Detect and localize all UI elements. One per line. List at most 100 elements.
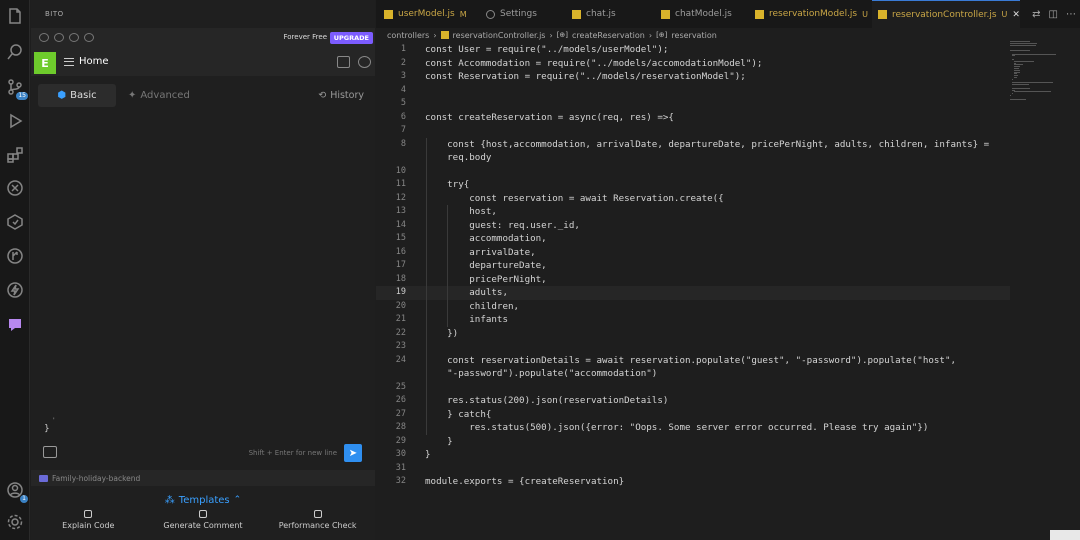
tab-usermodel[interactable]: userModel.js M [378, 0, 467, 28]
line-number: 8 [400, 138, 406, 149]
breadcrumb-item[interactable]: controllers [387, 31, 429, 40]
breadcrumb-item[interactable]: reservation [671, 31, 716, 40]
code-line[interactable]: 7 [376, 124, 1010, 138]
code-line[interactable]: req.body [376, 151, 1010, 165]
help-icon[interactable] [39, 33, 49, 42]
code-line[interactable]: 20 children, [376, 300, 1010, 314]
split-editor-icon[interactable]: ◫ [1049, 9, 1058, 20]
code-line[interactable]: 2 const Accommodation = require("../model… [376, 57, 1010, 71]
performance-check-button[interactable]: Performance Check [263, 510, 373, 538]
js-file-icon [878, 10, 887, 19]
code-line[interactable]: 14 guest: req.user._id, [376, 219, 1010, 233]
indent-guide [426, 137, 427, 435]
code-line[interactable]: "-password").populate("accommodation") [376, 367, 1010, 381]
tab-settings[interactable]: Settings [480, 0, 537, 28]
code-line[interactable]: 32 module.exports = {createReservation} [376, 475, 1010, 489]
code-text: } [425, 435, 453, 447]
search-icon[interactable] [5, 42, 25, 62]
tab-reservationcontroller[interactable]: reservationController.js U ✕ [872, 0, 1020, 28]
code-line[interactable]: 6 const createReservation = async(req, re… [376, 111, 1010, 125]
globe-icon[interactable] [84, 33, 94, 42]
code-line[interactable]: 15 accommodation, [376, 232, 1010, 246]
share-icon[interactable] [69, 33, 79, 42]
tab-advanced[interactable]: ✦ Advanced [128, 84, 190, 107]
account-icon[interactable]: 1 [5, 480, 28, 503]
generate-comment-button[interactable]: Generate Comment [148, 510, 258, 538]
settings-gear-icon[interactable] [358, 56, 371, 68]
code-line[interactable]: 29 } [376, 435, 1010, 449]
tab-chatmodel[interactable]: chatModel.js [655, 0, 732, 28]
chat-input-row[interactable]: Shift + Enter for new line ➤ [31, 442, 375, 468]
tab-basic[interactable]: ⬢ Basic [38, 84, 116, 107]
js-file-icon [661, 9, 670, 19]
vertical-scrollbar[interactable] [1070, 41, 1080, 531]
source-control-icon[interactable]: 15 [5, 77, 28, 100]
manage-gear-icon[interactable] [5, 512, 25, 532]
code-line[interactable]: 21 infants [376, 313, 1010, 327]
workspace-folder: Family-holiday-backend [31, 470, 375, 486]
code-text: pricePerNight, [425, 273, 547, 285]
close-icon[interactable]: ✕ [1012, 10, 1020, 20]
bito-icon[interactable] [5, 315, 25, 335]
breadcrumb-item[interactable]: reservationController.js [453, 31, 546, 40]
code-line[interactable]: 31 [376, 462, 1010, 476]
send-button[interactable]: ➤ [344, 444, 362, 462]
code-line[interactable]: 17 departureDate, [376, 259, 1010, 273]
variable-symbol-icon: [⊕] [656, 31, 668, 39]
line-number: 22 [395, 327, 406, 338]
code-line[interactable]: 18 pricePerNight, [376, 273, 1010, 287]
minimap-line [1013, 60, 1035, 62]
chat-area[interactable]: ' } [31, 112, 375, 434]
code-area[interactable]: 1 const User = require("../models/userMod… [376, 41, 1010, 511]
explorer-icon[interactable] [5, 6, 25, 26]
code-text: accommodation, [425, 233, 547, 244]
code-line[interactable]: 10 [376, 165, 1010, 179]
code-line[interactable]: 25 [376, 381, 1010, 395]
minimap-line [1010, 44, 1037, 46]
compare-icon[interactable]: ⇄ [1032, 9, 1040, 20]
code-line[interactable]: 28 res.status(500).json({error: "Oops. S… [376, 421, 1010, 435]
chat-icon[interactable] [54, 33, 64, 42]
code-line[interactable]: 23 [376, 340, 1010, 354]
remote-explorer-icon[interactable] [5, 178, 25, 198]
line-number: 29 [395, 435, 406, 446]
code-line[interactable]: 27 } catch{ [376, 408, 1010, 422]
code-line[interactable]: 24 const reservationDetails = await rese… [376, 354, 1010, 368]
thunder-client-icon[interactable] [5, 280, 25, 300]
code-text: const createReservation = async(req, res… [425, 111, 674, 123]
testing-icon[interactable] [5, 212, 25, 232]
more-icon[interactable]: ⋯ [1066, 9, 1076, 20]
upgrade-button[interactable]: UPGRADE [329, 32, 373, 44]
menu-icon[interactable] [64, 58, 74, 66]
tab-label: reservationModel.js [769, 9, 858, 19]
code-line[interactable]: 16 arrivalDate, [376, 246, 1010, 260]
code-line[interactable]: 3 const Reservation = require("../models/… [376, 70, 1010, 84]
avatar[interactable]: E [34, 52, 56, 74]
code-line[interactable]: 13 host, [376, 205, 1010, 219]
tab-history[interactable]: ⟲ History [318, 84, 364, 107]
tab-chat[interactable]: chat.js [566, 0, 616, 28]
code-line[interactable]: 5 [376, 97, 1010, 111]
code-line[interactable]: 22 }) [376, 327, 1010, 341]
explain-code-button[interactable]: Explain Code [33, 510, 143, 538]
extensions-icon[interactable] [5, 145, 25, 165]
code-line[interactable]: 4 [376, 84, 1010, 98]
code-line[interactable]: 26 res.status(200).json(reservationDetai… [376, 394, 1010, 408]
code-line[interactable]: 19 adults, [376, 286, 1010, 300]
code-line[interactable]: 1 const User = require("../models/userMod… [376, 43, 1010, 57]
new-chat-icon[interactable] [337, 56, 350, 68]
code-line[interactable]: 30} [376, 448, 1010, 462]
code-line[interactable]: 12 const reservation = await Reservation… [376, 192, 1010, 206]
attach-icon[interactable] [43, 446, 57, 458]
tab-reservationmodel[interactable]: reservationModel.js U [749, 0, 868, 28]
code-line[interactable]: 8 const {host,accommodation, arrivalDate… [376, 138, 1010, 152]
minimap[interactable] [1010, 41, 1056, 101]
git-graph-icon[interactable] [5, 246, 25, 266]
source-control-badge: 15 [16, 92, 28, 100]
home-label[interactable]: Home [79, 56, 109, 67]
breadcrumb-item[interactable]: createReservation [572, 31, 645, 40]
templates-toggle[interactable]: ⁂ Templates ⌃ [31, 493, 375, 507]
code-text: infants [425, 314, 508, 325]
run-debug-icon[interactable] [5, 111, 25, 131]
code-line[interactable]: 11 try{ [376, 178, 1010, 192]
